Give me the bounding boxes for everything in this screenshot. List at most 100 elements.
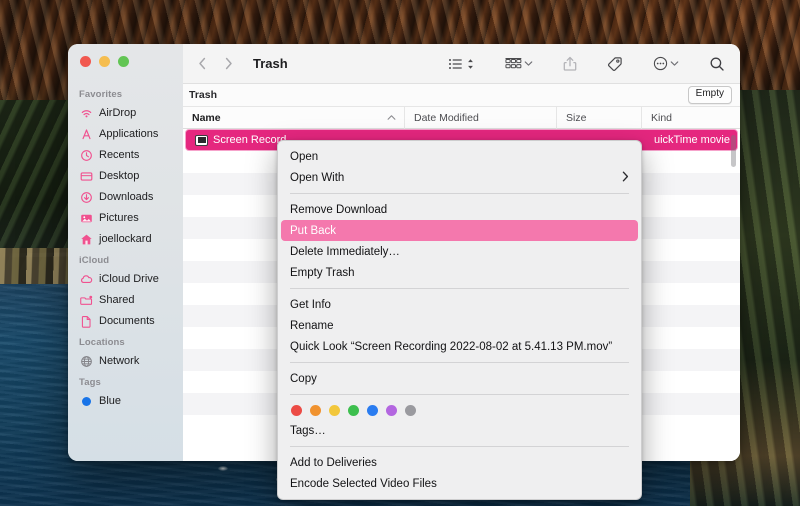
menu-item-empty-trash[interactable]: Empty Trash <box>278 262 641 283</box>
close-button[interactable] <box>80 56 91 67</box>
tag-color-swatches[interactable] <box>278 400 641 420</box>
sidebar-section-locations-header: Locations <box>79 337 125 348</box>
sidebar-item-recents[interactable]: Recents <box>68 145 183 166</box>
sidebar-item-applications[interactable]: Applications <box>68 124 183 145</box>
sidebar-item-label: joellockard <box>99 233 152 245</box>
sidebar-item-label: Network <box>99 355 140 367</box>
chevron-right-icon <box>622 171 629 184</box>
document-icon <box>79 315 93 329</box>
menu-item-get-info[interactable]: Get Info <box>278 294 641 315</box>
toolbar: Trash <box>183 44 740 84</box>
column-header-kind[interactable]: Kind <box>642 107 740 129</box>
sidebar-item-network[interactable]: Network <box>68 351 183 372</box>
menu-item-label: Quick Look “Screen Recording 2022-08-02 … <box>290 340 613 353</box>
share-button[interactable] <box>560 53 580 75</box>
column-header-size[interactable]: Size <box>557 106 642 129</box>
menu-item-label: Empty Trash <box>290 266 355 279</box>
sidebar-item-label: AirDrop <box>99 107 137 119</box>
applications-icon <box>79 128 93 142</box>
sort-ascending-icon <box>387 112 396 124</box>
desktop-icon <box>79 170 93 184</box>
sidebar-item-joellockard[interactable]: joellockard <box>68 229 183 250</box>
tag-swatch-yellow[interactable] <box>329 405 340 416</box>
path-bar: Trash Empty <box>183 84 740 107</box>
chevron-down-icon <box>670 61 679 66</box>
tag-swatch-red[interactable] <box>291 405 302 416</box>
tag-swatch-orange[interactable] <box>310 405 321 416</box>
column-header-label: Name <box>192 111 221 124</box>
sort-chevrons-icon <box>468 58 473 69</box>
menu-separator <box>290 394 629 395</box>
group-by-icon <box>505 57 522 68</box>
sidebar-item-shared[interactable]: Shared <box>68 290 183 311</box>
sidebar-item-icloud-drive[interactable]: iCloud Drive <box>68 269 183 290</box>
sidebar-item-pictures[interactable]: Pictures <box>68 208 183 229</box>
back-button[interactable] <box>191 53 213 75</box>
menu-item-open[interactable]: Open <box>278 146 641 167</box>
menu-separator <box>290 193 629 194</box>
column-header-name[interactable]: Name <box>183 106 405 129</box>
sidebar-section-icloud-header: iCloud <box>79 255 110 266</box>
empty-trash-button[interactable]: Empty <box>687 86 732 104</box>
sidebar-item-documents[interactable]: Documents <box>68 311 183 332</box>
sidebar-item-label: iCloud Drive <box>99 273 159 285</box>
desktop: Favorites AirDrop Applications Recents D… <box>0 0 800 506</box>
file-name-label: Screen Record <box>213 134 287 146</box>
sidebar-item-label: Shared <box>99 294 135 306</box>
tag-swatch-purple[interactable] <box>386 405 397 416</box>
menu-item-open-with[interactable]: Open With <box>278 167 641 188</box>
recents-clock-icon <box>79 149 93 163</box>
menu-item-label: Copy <box>290 372 317 385</box>
menu-item-copy[interactable]: Copy <box>278 368 641 389</box>
file-kind-cell: uickTime movie <box>654 134 730 146</box>
chevron-down-icon <box>524 61 533 66</box>
wallpaper-boat-small <box>218 466 228 471</box>
sidebar-item-downloads[interactable]: Downloads <box>68 187 183 208</box>
menu-separator <box>290 288 629 289</box>
menu-item-remove-download[interactable]: Remove Download <box>278 199 641 220</box>
cloud-icon <box>79 273 93 287</box>
group-by-button[interactable] <box>502 53 536 75</box>
sidebar: Favorites AirDrop Applications Recents D… <box>68 44 183 461</box>
tag-swatch-blue[interactable] <box>367 405 378 416</box>
menu-item-delete-immediately[interactable]: Delete Immediately… <box>278 241 641 262</box>
ellipsis-circle-icon <box>653 56 668 71</box>
view-list-button[interactable] <box>445 53 478 75</box>
blue-tag-dot-icon <box>79 395 93 409</box>
scrollbar-track[interactable] <box>731 131 738 459</box>
menu-separator <box>290 362 629 363</box>
home-icon <box>79 233 93 247</box>
context-menu[interactable]: Open Open With Remove Download Put Back … <box>277 140 642 500</box>
menu-item-put-back[interactable]: Put Back <box>281 220 638 241</box>
column-header-label: Kind <box>651 111 673 124</box>
tag-swatch-gray[interactable] <box>405 405 416 416</box>
menu-item-tags[interactable]: Tags… <box>278 420 641 441</box>
sidebar-item-desktop[interactable]: Desktop <box>68 166 183 187</box>
scrollbar-thumb[interactable] <box>731 135 736 167</box>
tag-button[interactable] <box>604 53 626 75</box>
menu-item-encode-selected-video-files[interactable]: Encode Selected Video Files <box>278 473 641 494</box>
sidebar-item-label: Recents <box>99 149 140 161</box>
pictures-icon <box>79 212 93 226</box>
column-header-label: Size <box>566 111 587 124</box>
column-header-label: Date Modified <box>414 111 479 124</box>
menu-item-quick-look[interactable]: Quick Look “Screen Recording 2022-08-02 … <box>278 336 641 357</box>
menu-item-add-to-deliveries[interactable]: Add to Deliveries <box>278 452 641 473</box>
menu-item-rename[interactable]: Rename <box>278 315 641 336</box>
maximize-button[interactable] <box>118 56 129 67</box>
wallpaper-left-cliff <box>0 100 70 270</box>
column-header-date-modified[interactable]: Date Modified <box>405 106 557 129</box>
forward-button[interactable] <box>217 53 239 75</box>
minimize-button[interactable] <box>99 56 110 67</box>
sidebar-item-blue-tag[interactable]: Blue <box>68 391 183 412</box>
menu-item-label: Delete Immediately… <box>290 245 400 258</box>
search-button[interactable] <box>706 53 728 75</box>
quicktime-movie-icon <box>195 134 208 146</box>
window-controls[interactable] <box>80 56 129 67</box>
more-actions-button[interactable] <box>650 53 682 75</box>
sidebar-item-airdrop[interactable]: AirDrop <box>68 103 183 124</box>
share-icon <box>563 56 577 71</box>
sidebar-item-label: Pictures <box>99 212 139 224</box>
tag-swatch-green[interactable] <box>348 405 359 416</box>
search-icon <box>710 57 724 71</box>
